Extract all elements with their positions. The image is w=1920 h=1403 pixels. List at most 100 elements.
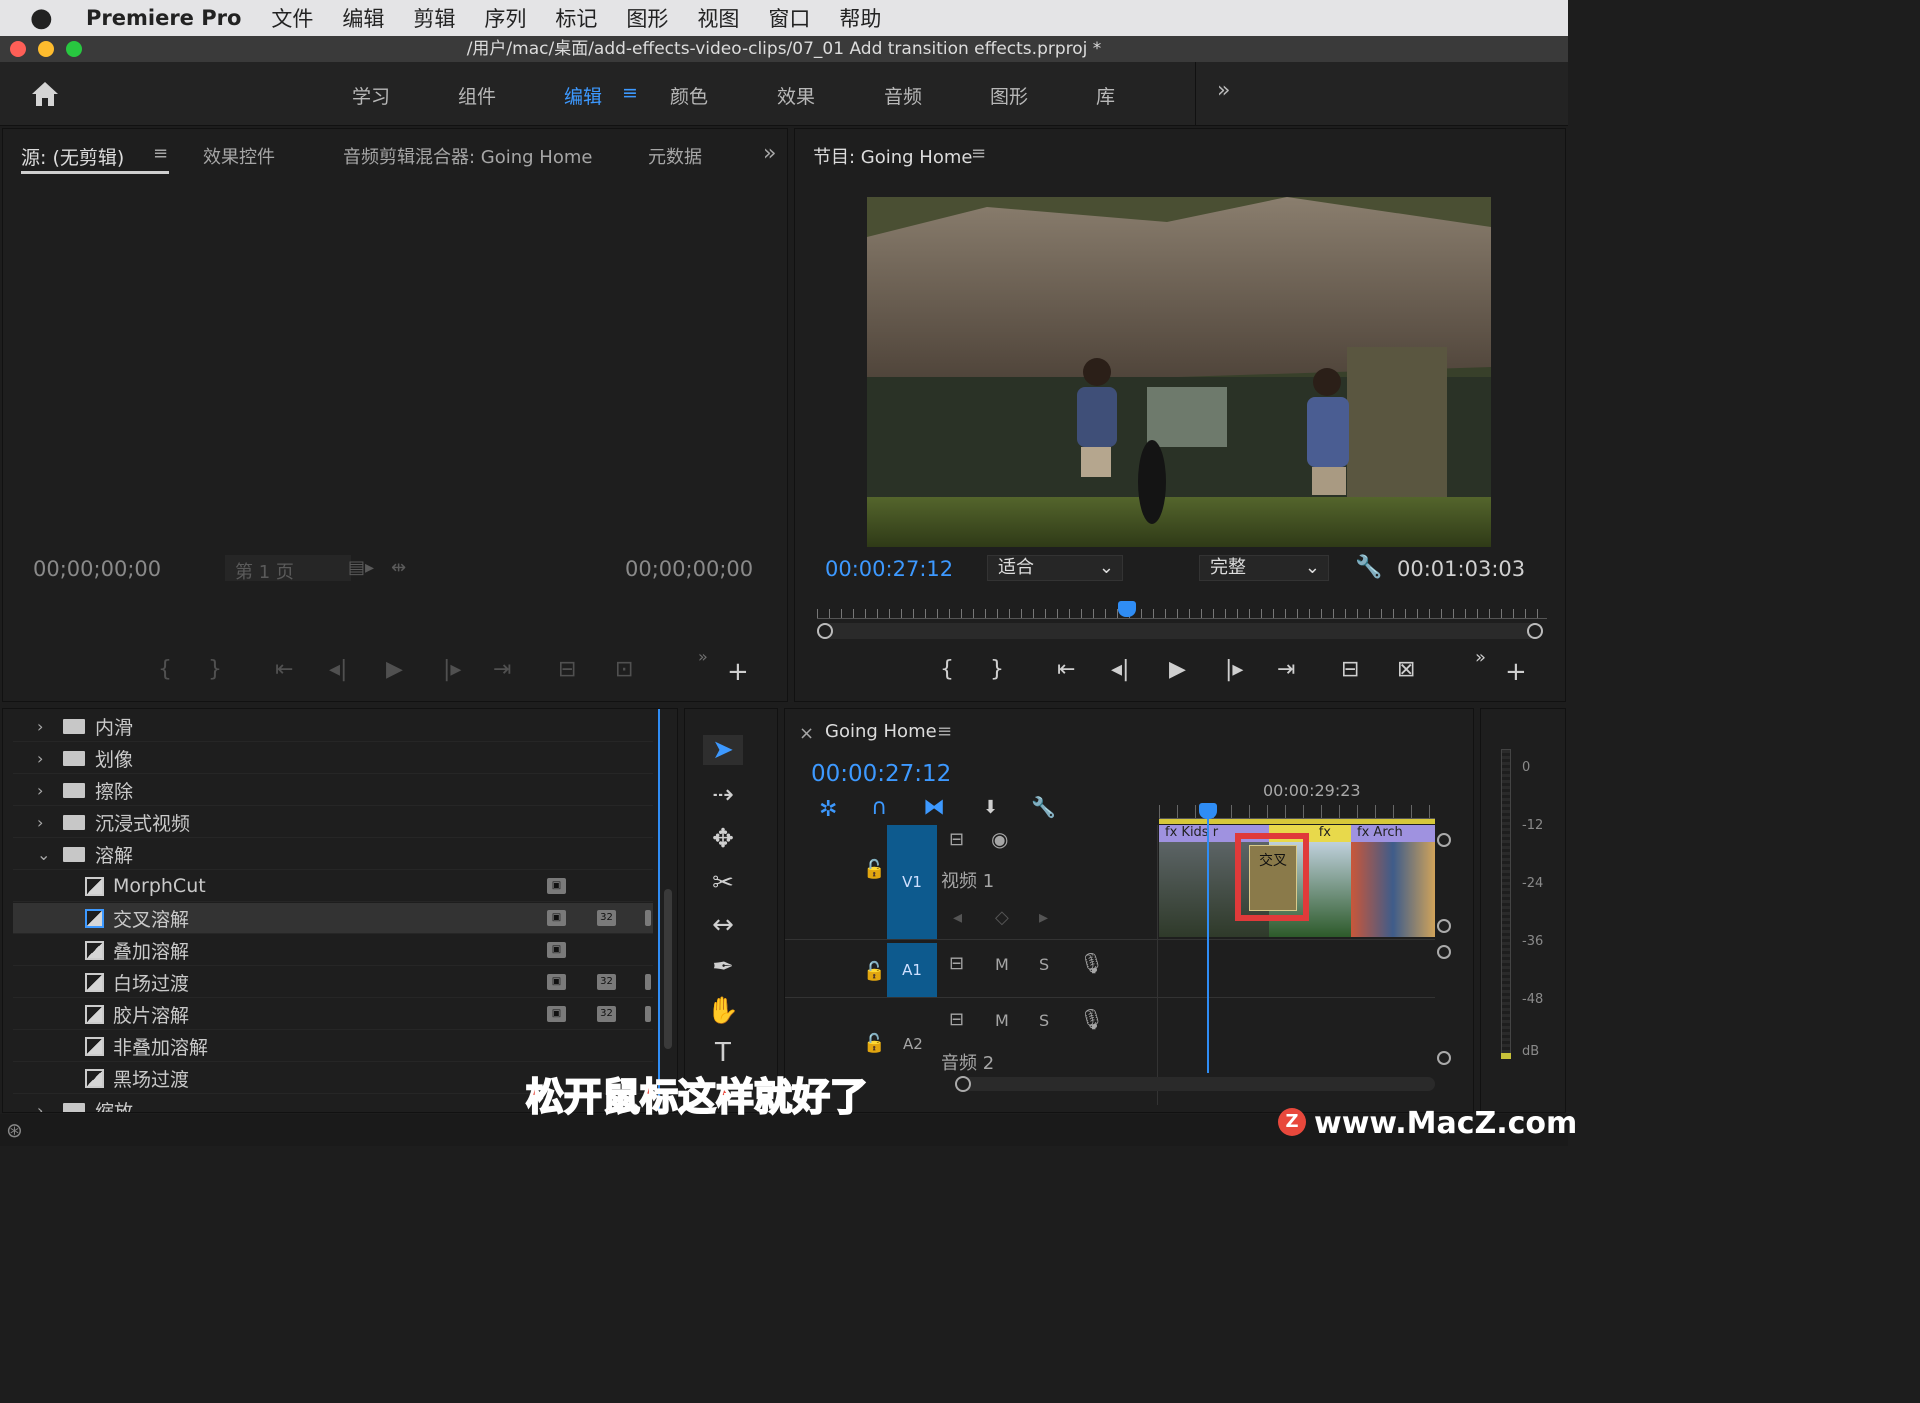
program-step-forward-icon[interactable]: |▸	[1225, 657, 1243, 682]
chevron-right-icon[interactable]: ›	[37, 749, 43, 768]
lock-icon[interactable]: 🔓	[863, 1033, 885, 1054]
effect-item-cross-dissolve[interactable]: 交叉溶解 ▣ 32	[13, 903, 653, 934]
eye-icon[interactable]: ◉	[991, 827, 1008, 851]
tab-source[interactable]: 源: (无剪辑)	[21, 143, 124, 170]
cross-dissolve-transition[interactable]: 交叉	[1249, 845, 1297, 911]
keyframe-add-icon[interactable]: ◇	[995, 907, 1009, 928]
add-marker-icon[interactable]: ⬇	[983, 797, 998, 818]
sequence-tab-title[interactable]: Going Home	[825, 721, 937, 742]
menu-clip[interactable]: 剪辑	[413, 3, 455, 33]
program-controls-overflow-icon[interactable]: »	[1475, 647, 1486, 668]
program-current-timecode[interactable]: 00:00:27:12	[825, 557, 953, 581]
v-scroll-handle[interactable]	[1437, 945, 1451, 959]
microphone-icon[interactable]: 🎙	[1079, 1007, 1104, 1031]
workspace-graphics[interactable]: 图形	[990, 82, 1028, 109]
tab-effect-controls[interactable]: 效果控件	[203, 143, 275, 169]
creative-cloud-icon[interactable]: ⊛	[6, 1118, 23, 1142]
sync-lock-icon[interactable]: ⊟	[949, 953, 964, 974]
source-insert-icon[interactable]: ⊟	[558, 657, 576, 682]
program-add-button-icon[interactable]: +	[1505, 657, 1527, 687]
slip-tool-icon[interactable]: ↔	[703, 910, 743, 940]
program-go-out-icon[interactable]: ⇥	[1277, 657, 1295, 682]
program-zoom-scrollbar[interactable]	[817, 623, 1537, 639]
effects-scrollbar[interactable]	[664, 889, 672, 1049]
menu-edit[interactable]: 编辑	[342, 3, 384, 33]
chevron-right-icon[interactable]: ›	[37, 813, 43, 832]
source-add-button-icon[interactable]: +	[727, 657, 749, 687]
chevron-down-icon[interactable]: ⌄	[37, 845, 50, 864]
workspace-assembly[interactable]: 组件	[458, 82, 496, 109]
chevron-right-icon[interactable]: ›	[37, 781, 43, 800]
hand-tool-icon[interactable]: ✋	[703, 996, 743, 1026]
program-lift-icon[interactable]: ⊟	[1341, 657, 1359, 682]
menu-help[interactable]: 帮助	[839, 3, 881, 33]
source-mark-out-icon[interactable]: }	[208, 657, 222, 682]
program-mark-out-icon[interactable]: }	[990, 657, 1004, 682]
selection-tool-icon[interactable]: ➤	[703, 735, 743, 765]
solo-a2-button[interactable]: S	[1039, 1011, 1049, 1030]
sequence-menu-icon[interactable]: ≡	[937, 721, 952, 742]
source-overflow-icon[interactable]: »	[763, 141, 776, 166]
v-scroll-handle[interactable]	[1437, 833, 1451, 847]
sync-lock-icon[interactable]: ⊟	[949, 829, 964, 850]
program-mark-in-icon[interactable]: {	[940, 657, 954, 682]
solo-a1-button[interactable]: S	[1039, 955, 1049, 974]
apple-icon[interactable]: ●	[30, 3, 58, 33]
workspace-editing[interactable]: 编辑	[564, 82, 602, 109]
source-current-timecode[interactable]: 00;00;00;00	[33, 557, 161, 581]
v-scroll-handle[interactable]	[1437, 919, 1451, 933]
home-icon[interactable]	[30, 80, 60, 108]
linked-selection-icon[interactable]: ⧓	[923, 795, 945, 820]
workspace-effects[interactable]: 效果	[777, 82, 815, 109]
nest-toggle-icon[interactable]: ✲	[819, 797, 837, 822]
program-zoom-handle-right[interactable]	[1527, 623, 1543, 639]
zoom-window-button[interactable]	[66, 41, 82, 57]
track-target-a2[interactable]: A2	[903, 1035, 923, 1053]
program-zoom-handle-left[interactable]	[817, 623, 833, 639]
v-scroll-handle[interactable]	[1437, 1051, 1451, 1065]
pen-tool-icon[interactable]: ✒	[703, 952, 743, 982]
tab-metadata[interactable]: 元数据	[648, 143, 702, 169]
workspace-audio[interactable]: 音频	[884, 82, 922, 109]
track-target-v1[interactable]: V1	[887, 825, 937, 939]
program-playhead[interactable]	[1118, 601, 1136, 617]
chevron-right-icon[interactable]: ›	[37, 717, 43, 736]
clip-arch-header[interactable]: fx Arch	[1351, 825, 1435, 842]
track-target-a1[interactable]: A1	[887, 943, 937, 997]
effect-item-non-additive-dissolve[interactable]: 非叠加溶解	[13, 1031, 653, 1062]
source-audio-icon[interactable]: ⇹	[391, 557, 406, 578]
work-area-bar[interactable]	[1159, 819, 1435, 824]
program-time-ruler[interactable]	[817, 609, 1547, 619]
workspace-menu-icon[interactable]: ≡	[622, 82, 638, 104]
lock-icon[interactable]: 🔓	[863, 859, 885, 880]
menu-graphics[interactable]: 图形	[626, 3, 668, 33]
source-step-forward-icon[interactable]: |▸	[443, 657, 461, 682]
tab-audio-clip-mixer[interactable]: 音频剪辑混合器: Going Home	[343, 143, 592, 169]
workspace-libraries[interactable]: 库	[1096, 82, 1115, 109]
menu-window[interactable]: 窗口	[768, 3, 810, 33]
menu-markers[interactable]: 标记	[555, 3, 597, 33]
app-menu[interactable]: Premiere Pro	[86, 6, 241, 30]
source-overwrite-icon[interactable]: ⊡	[615, 657, 633, 682]
source-step-back-icon[interactable]: ◂|	[329, 657, 347, 682]
mute-a1-button[interactable]: M	[995, 955, 1009, 974]
keyframe-next-icon[interactable]: ▸	[1039, 907, 1048, 928]
snap-icon[interactable]: ∩	[871, 795, 887, 820]
source-mark-in-icon[interactable]: {	[158, 657, 172, 682]
effects-folder-row[interactable]: ⌄ 溶解	[13, 839, 653, 870]
chevron-right-icon[interactable]: ›	[37, 1101, 43, 1113]
clip-arch-thumbnail[interactable]	[1351, 842, 1435, 937]
menu-file[interactable]: 文件	[271, 3, 313, 33]
program-quality-select[interactable]: 完整 ⌄	[1199, 555, 1329, 581]
program-title[interactable]: 节目: Going Home	[813, 143, 972, 169]
keyframe-prev-icon[interactable]: ◂	[953, 907, 962, 928]
source-controls-overflow-icon[interactable]: »	[698, 647, 708, 666]
lock-icon[interactable]: 🔓	[863, 961, 885, 982]
program-video-frame[interactable]	[867, 197, 1491, 547]
effects-folder-row[interactable]: › 擦除	[13, 775, 653, 806]
program-extract-icon[interactable]: ⊠	[1397, 657, 1415, 682]
menu-sequence[interactable]: 序列	[484, 3, 526, 33]
close-sequence-icon[interactable]: ×	[799, 723, 814, 744]
timeline-playhead[interactable]	[1199, 803, 1217, 819]
source-go-in-icon[interactable]: ⇤	[275, 657, 293, 682]
